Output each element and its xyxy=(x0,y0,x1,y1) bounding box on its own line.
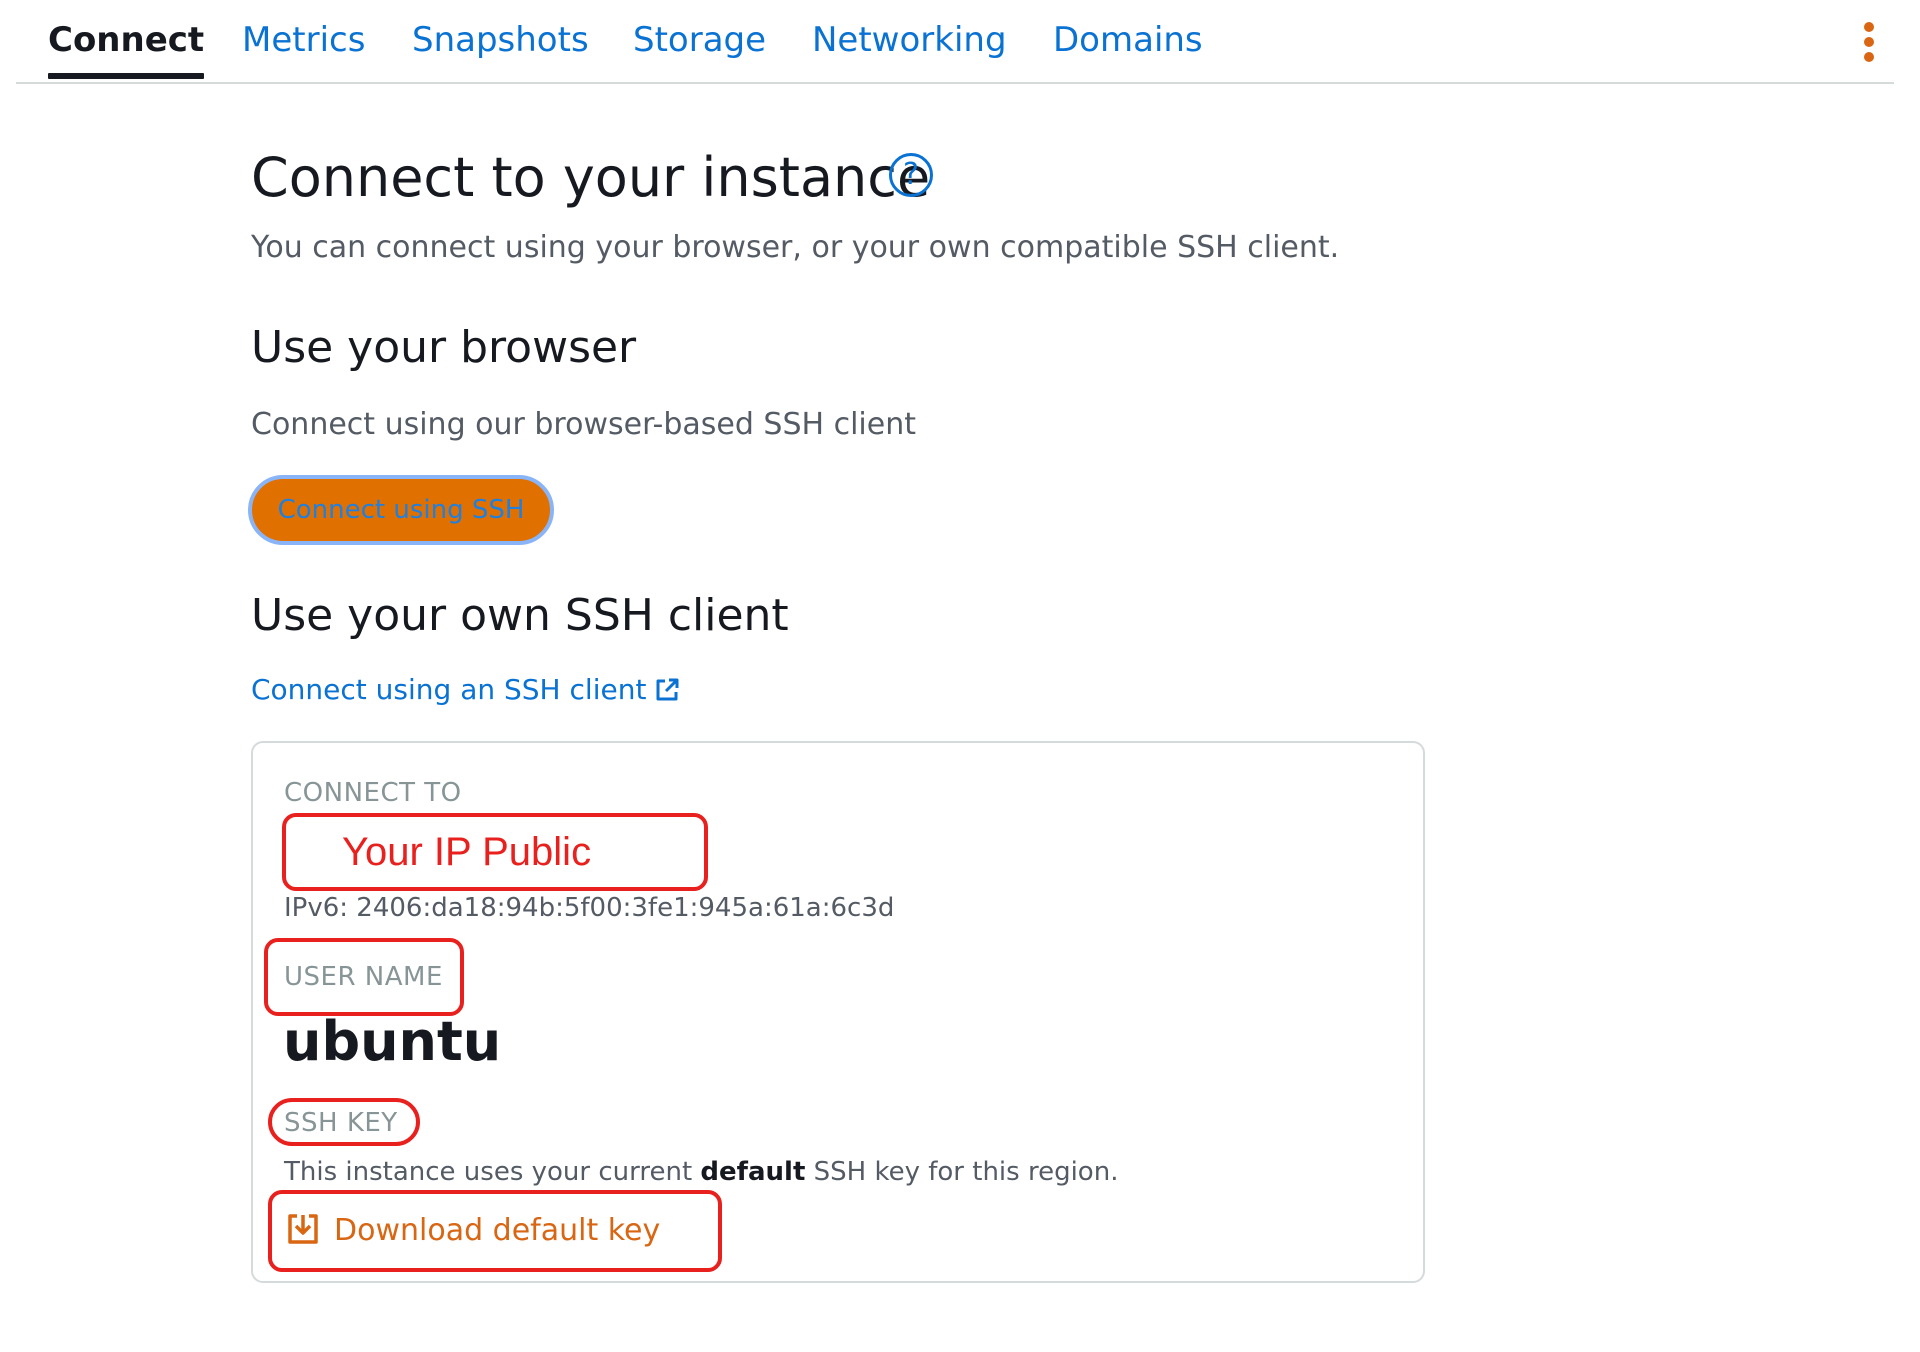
browser-section-description: Connect using our browser-based SSH clie… xyxy=(251,407,916,442)
ipv6-address: IPv6: 2406:da18:94b:5f00:3fe1:945a:61a:6… xyxy=(284,893,895,923)
download-label: Download default key xyxy=(334,1213,661,1248)
question-circle-icon[interactable]: ? xyxy=(889,153,933,197)
tab-metrics[interactable]: Metrics xyxy=(242,20,365,60)
tab-bar: Connect Metrics Snapshots Storage Networ… xyxy=(16,0,1894,84)
tab-storage[interactable]: Storage xyxy=(633,20,766,60)
tab-domains[interactable]: Domains xyxy=(1053,20,1203,60)
ssh-client-link-label: Connect using an SSH client xyxy=(251,673,647,706)
user-name-label: USER NAME xyxy=(284,962,443,992)
user-name-value: ubuntu xyxy=(283,1010,502,1073)
ssh-client-link[interactable]: Connect using an SSH client xyxy=(251,673,680,706)
page-subtitle: You can connect using your browser, or y… xyxy=(251,230,1340,265)
tab-networking[interactable]: Networking xyxy=(812,20,1007,60)
tab-connect[interactable]: Connect xyxy=(48,20,205,79)
key-text-before: This instance uses your current xyxy=(284,1157,701,1187)
ssh-client-section-heading: Use your own SSH client xyxy=(251,590,789,641)
tab-snapshots[interactable]: Snapshots xyxy=(412,20,589,60)
download-default-key-link[interactable]: Download default key xyxy=(286,1212,660,1248)
kebab-dot xyxy=(1864,37,1874,47)
page-title: Connect to your instance xyxy=(251,146,931,209)
page: Connect Metrics Snapshots Storage Networ… xyxy=(0,0,1920,1352)
external-link-icon xyxy=(656,678,679,701)
public-ip-value: Your IP Public xyxy=(342,830,592,874)
connect-to-label: CONNECT TO xyxy=(284,778,462,808)
ssh-key-label: SSH KEY xyxy=(284,1108,398,1138)
browser-section-heading: Use your browser xyxy=(251,322,637,373)
download-icon xyxy=(288,1214,318,1244)
ssh-key-description: This instance uses your current default … xyxy=(284,1157,1118,1187)
kebab-dot xyxy=(1864,22,1874,32)
more-actions-icon[interactable] xyxy=(1862,22,1876,62)
connect-ssh-button[interactable]: Connect using SSH xyxy=(248,475,554,545)
key-text-bold: default xyxy=(700,1157,806,1187)
kebab-dot xyxy=(1864,52,1874,62)
key-text-after: SSH key for this region. xyxy=(805,1157,1119,1187)
